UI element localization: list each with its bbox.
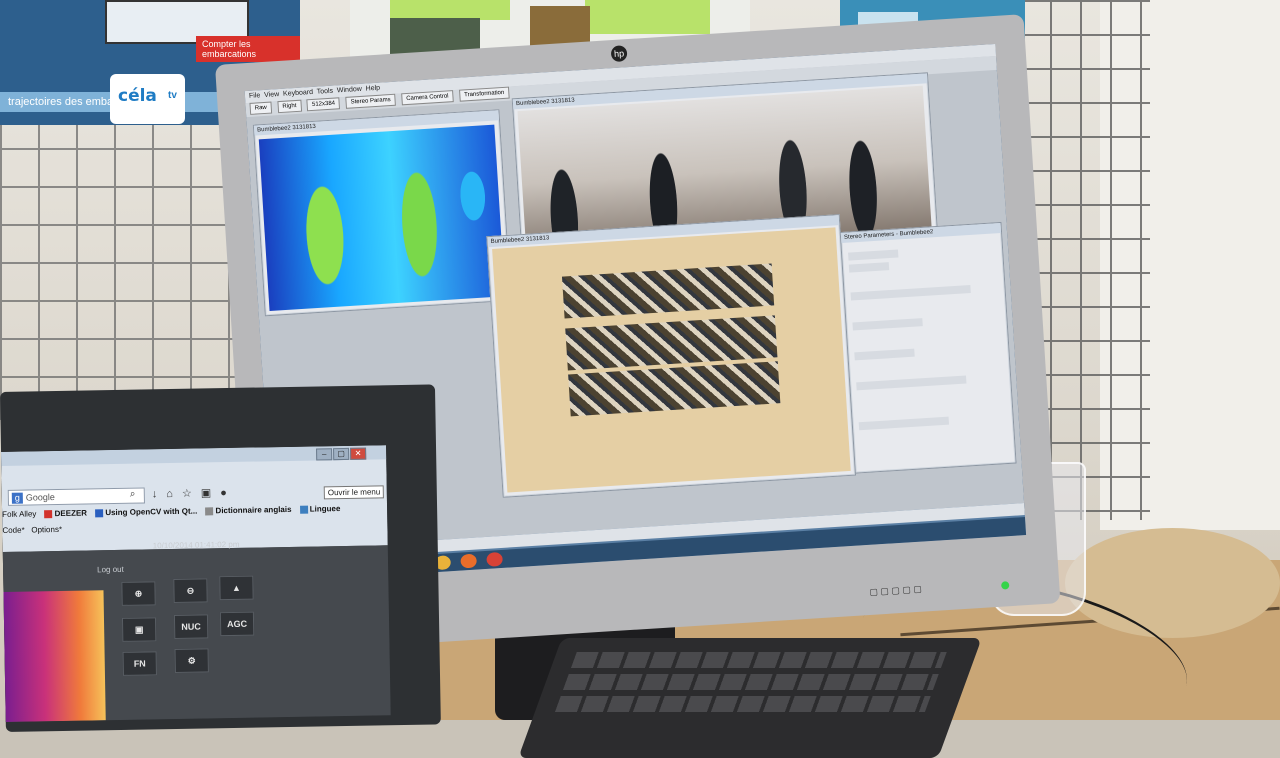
bookmark-options[interactable]: Options* — [31, 525, 62, 535]
menu-item[interactable]: Help — [365, 85, 380, 93]
param-row[interactable] — [850, 285, 971, 301]
close-button[interactable]: ✕ — [350, 447, 367, 460]
zoom-out-button[interactable]: ⊖ — [173, 578, 208, 604]
logout-link[interactable]: Log out — [97, 565, 124, 574]
poster-green-label — [585, 0, 710, 34]
menu-item[interactable]: View — [264, 91, 279, 99]
bookmark-linguee[interactable]: Linguee — [299, 504, 340, 514]
search-icon[interactable]: ⌕ — [130, 489, 136, 500]
key-row — [562, 674, 939, 690]
opencv-icon — [95, 509, 104, 518]
logo-suffix: tv — [168, 90, 177, 101]
maximize-button[interactable]: ▢ — [333, 447, 350, 461]
depth-map-image — [258, 124, 506, 312]
camera-select[interactable]: Right — [277, 100, 302, 114]
menu-item[interactable]: Window — [337, 86, 362, 95]
zoom-in-button[interactable]: ⊕ — [121, 581, 156, 606]
browser-window: – ▢ ✕ g Google ⌕ ↓⌂☆▣● Ouvrir le menu Fol… — [1, 445, 388, 552]
thermal-image — [3, 590, 106, 722]
browser-toolbar-icons[interactable]: ↓⌂☆▣● — [152, 486, 236, 500]
disparity-band — [568, 361, 781, 417]
wire-grid-left — [0, 110, 250, 420]
disparity-band — [561, 263, 775, 319]
mode-select[interactable]: Raw — [249, 101, 273, 116]
watermark-logo: céla tv — [110, 74, 185, 124]
laptop: – ▢ ✕ g Google ⌕ ↓⌂☆▣● Ouvrir le menu Fol… — [0, 384, 441, 732]
browser-titlebar: – ▢ ✕ — [1, 445, 387, 466]
mountain-icon[interactable]: ▲ — [219, 575, 254, 601]
minimize-button[interactable]: – — [316, 448, 333, 461]
stereo-params-button[interactable]: Stereo Params — [345, 94, 397, 110]
firefox-icon[interactable] — [460, 553, 478, 569]
key-row — [554, 696, 931, 712]
menu-item[interactable]: File — [249, 92, 261, 100]
keyboard — [518, 638, 982, 758]
timestamp: 10/10/2014 01:41:02 pm — [152, 539, 240, 551]
search-placeholder: Google — [25, 492, 55, 503]
bookmark-deezer[interactable]: DEEZER — [44, 508, 87, 519]
poster-green-label — [390, 0, 510, 20]
settings-icon[interactable]: ⚙ — [174, 648, 209, 673]
deezer-icon — [44, 509, 53, 519]
param-row[interactable] — [852, 318, 923, 331]
stereo-params-window[interactable]: Stereo Parameters - Bumblebee2 — [839, 221, 1017, 474]
dictionary-icon — [205, 507, 214, 516]
camera-control-button[interactable]: Camera Control — [400, 90, 454, 106]
depth-view-window[interactable]: Bumblebee2 3131813 — [252, 109, 512, 317]
disparity-view-window[interactable]: Bumblebee2 3131813 — [486, 214, 857, 498]
nuc-button[interactable]: NUC — [173, 614, 209, 639]
disparity-band — [565, 315, 778, 371]
param-row[interactable] — [848, 249, 899, 261]
hp-logo: hp — [610, 45, 628, 63]
param-row[interactable] — [856, 375, 967, 391]
search-input[interactable]: g Google — [7, 487, 145, 506]
transformation-button[interactable]: Transformation — [458, 87, 510, 103]
bookmark-opencv[interactable]: Using OpenCV with Qt... — [95, 507, 197, 518]
bookmark-folk-alley[interactable]: Folk Alley — [2, 509, 36, 519]
poster-device-photo — [530, 6, 590, 46]
monitor-buttons[interactable]: ▢ ▢ ▢ ▢ ▢ — [869, 584, 922, 598]
app-icon[interactable] — [486, 551, 504, 567]
menu-tooltip: Ouvrir le menu — [323, 485, 385, 500]
param-row[interactable] — [858, 416, 950, 431]
poster-callout: Compter les embarcations — [196, 36, 300, 62]
param-row[interactable] — [854, 348, 915, 361]
param-row[interactable] — [848, 262, 890, 273]
fn-button[interactable]: FN — [122, 651, 157, 676]
disparity-image — [492, 227, 851, 493]
power-led — [1000, 581, 1010, 590]
google-icon: g — [11, 492, 23, 504]
key-row — [570, 652, 947, 668]
bookmark-code[interactable]: Code* — [2, 526, 24, 535]
logo-brand: céla — [118, 86, 157, 106]
bookmark-dictionary[interactable]: Dictionnaire anglais — [205, 505, 292, 516]
laptop-screen: – ▢ ✕ g Google ⌕ ↓⌂☆▣● Ouvrir le menu Fol… — [1, 445, 391, 722]
agc-button[interactable]: AGC — [219, 611, 255, 637]
linguee-icon — [299, 505, 308, 514]
menu-item[interactable]: Keyboard — [283, 89, 313, 98]
resolution-select[interactable]: 512x384 — [306, 97, 341, 112]
menu-item[interactable]: Tools — [317, 88, 334, 96]
layers-icon[interactable]: ▣ — [121, 617, 157, 642]
